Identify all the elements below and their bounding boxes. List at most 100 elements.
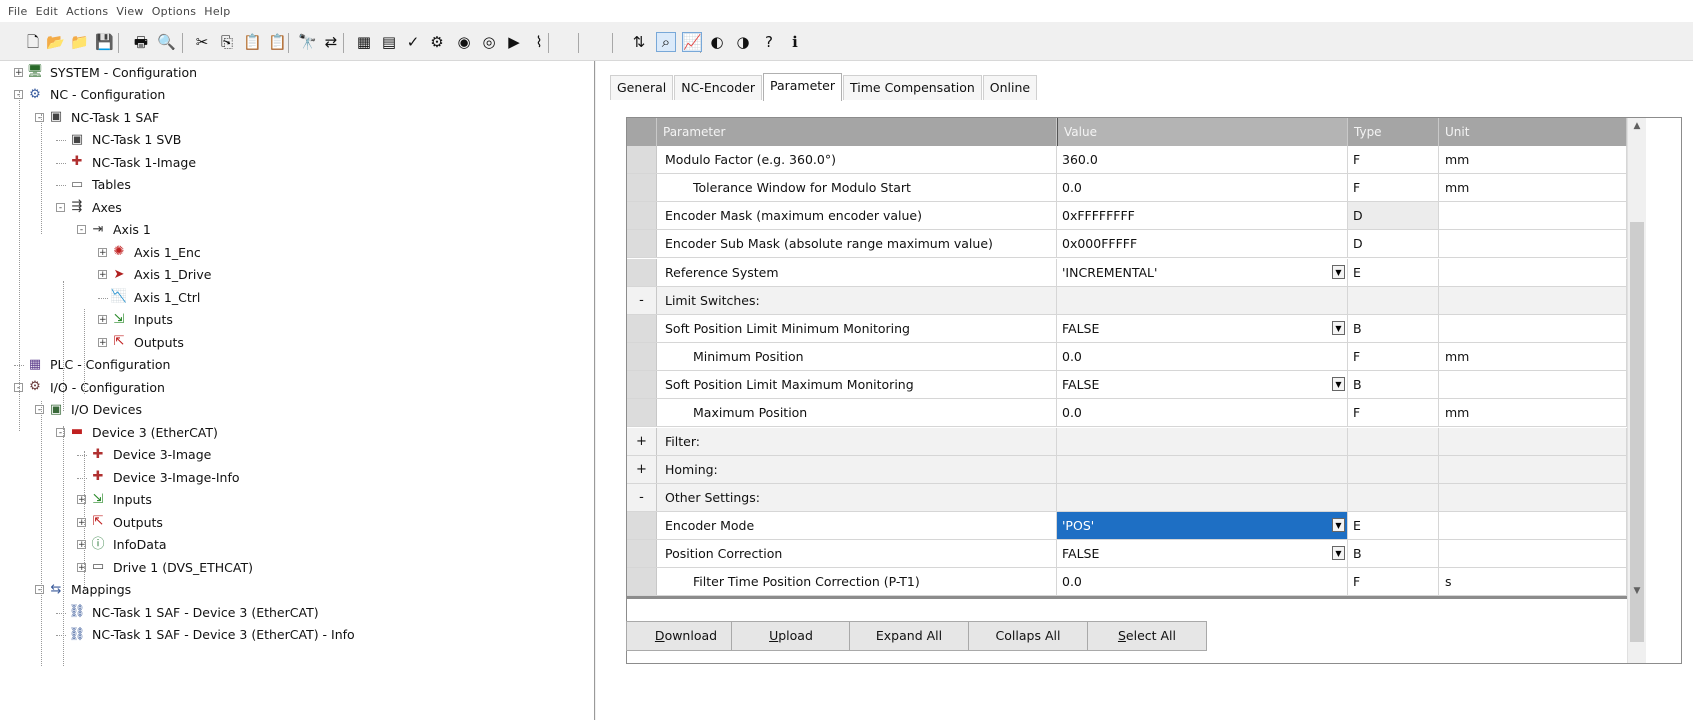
tree-node[interactable]: + ⇲ Inputs — [77, 490, 154, 510]
menu-file[interactable]: File — [8, 5, 28, 18]
expand-icon[interactable]: + — [14, 67, 23, 77]
grid-row[interactable]: Maximum Position 0.0 Fmm — [627, 399, 1627, 428]
tree-node[interactable]: - ⇶ Axes — [56, 197, 124, 217]
scroll-up-icon[interactable]: ▲ — [1628, 118, 1646, 134]
show-icon[interactable]: ◐ — [708, 33, 726, 51]
open-folder-icon[interactable]: 📂 — [46, 33, 65, 51]
find-icon[interactable]: 🔭 — [298, 33, 317, 51]
tree-node[interactable]: + ▭ Drive 1 (DVS_ETHCAT) — [77, 557, 255, 577]
grid-header-value[interactable]: Value — [1057, 118, 1348, 146]
tab-online[interactable]: Online — [982, 75, 1038, 100]
parameter-grid[interactable]: Parameter Value Type Unit Modulo Factor (e.g… — [626, 117, 1682, 664]
value-dropdown[interactable]: FALSE — [1057, 314, 1348, 342]
menu-actions[interactable]: Actions — [66, 5, 108, 18]
grid-group-row[interactable]: - Other Settings: — [627, 483, 1627, 512]
collapse-icon[interactable]: - — [35, 585, 44, 595]
grid-header-type[interactable]: Type — [1348, 118, 1439, 146]
tree-node[interactable]: 📉 Axis 1_Ctrl — [98, 287, 202, 307]
expand-all-button[interactable]: Expand All — [849, 621, 969, 651]
tree-node[interactable]: ✚ Device 3-Image-Info — [77, 467, 242, 487]
tree-node[interactable]: ▣ NC-Task 1 SVB — [56, 130, 183, 150]
tree-node[interactable]: ⛓ NC-Task 1 SAF - Device 3 (EtherCAT) - I… — [56, 625, 357, 645]
value-field[interactable]: 360.0 — [1057, 146, 1348, 173]
upload-button[interactable]: Upload — [731, 621, 851, 651]
tree-node[interactable]: - ▬ Device 3 (EtherCAT) — [56, 422, 220, 442]
grid-row[interactable]: Soft Position Limit Maximum Monitoring FA… — [627, 371, 1627, 400]
about-icon[interactable]: ℹ — [786, 33, 804, 51]
collapse-icon[interactable]: - — [35, 112, 44, 122]
scroll-down-icon[interactable]: ▼ — [1628, 583, 1646, 599]
chart-icon[interactable]: 📈 — [682, 32, 702, 52]
tree-node[interactable]: ▦ PLC - Configuration — [14, 355, 172, 375]
grid-row[interactable]: Reference System 'INCREMENTAL' ▼ E — [627, 258, 1627, 287]
run-icon[interactable]: ▶ — [505, 33, 523, 51]
grid-group-row[interactable]: - Limit Switches: — [627, 286, 1627, 315]
tree-node[interactable]: + ➤ Axis 1_Drive — [98, 265, 213, 285]
menu-view[interactable]: View — [116, 5, 143, 18]
toggle-icon[interactable]: ⇅ — [630, 33, 648, 51]
tree-node[interactable]: - ▣ I/O Devices — [35, 400, 144, 420]
paste-icon[interactable]: 📋 — [243, 33, 262, 51]
grid-icon[interactable]: ▦ — [355, 33, 373, 51]
dropdown-arrow-icon[interactable]: ▼ — [1332, 320, 1345, 335]
select-all-button[interactable]: Select All — [1087, 621, 1207, 651]
grid-row[interactable]: Soft Position Limit Minimum Monitoring FA… — [627, 314, 1627, 343]
group-collapse-icon[interactable]: - — [627, 483, 657, 511]
grid-group-row[interactable]: + Homing: — [627, 455, 1627, 484]
tab-time-compensation[interactable]: Time Compensation — [843, 75, 982, 100]
grid-row[interactable]: Modulo Factor (e.g. 360.0°) 360.0 Fmm — [627, 146, 1627, 174]
list-view-icon[interactable]: ▤ — [380, 33, 398, 51]
value-field[interactable]: 0.0 — [1057, 343, 1348, 371]
tree-node[interactable]: ▭ Tables — [56, 175, 133, 195]
tab-general[interactable]: General — [610, 75, 674, 100]
value-field[interactable]: 0.0 — [1057, 399, 1348, 427]
group-expand-icon[interactable]: + — [627, 455, 657, 483]
scope-icon[interactable]: ⌕ — [656, 32, 676, 52]
grid-row[interactable]: Encoder Mask (maximum encoder value) 0xFF… — [627, 202, 1627, 231]
grid-header-parameter[interactable]: Parameter — [657, 118, 1057, 146]
tree-node[interactable]: - ⚙ I/O - Configuration — [14, 377, 167, 397]
save-icon[interactable]: 💾 — [95, 33, 114, 51]
scroll-thumb[interactable] — [1630, 222, 1644, 642]
tree-node[interactable]: - ▣ NC-Task 1 SAF — [35, 107, 161, 127]
collapse-icon[interactable]: - — [77, 225, 86, 235]
tree-node[interactable]: + ⇲ Inputs — [98, 310, 175, 330]
menu-edit[interactable]: Edit — [36, 5, 59, 18]
print-preview-icon[interactable]: 🔍 — [157, 33, 176, 51]
tree-node[interactable]: + ⇱ Outputs — [98, 332, 186, 352]
tree-node[interactable]: ⛓ NC-Task 1 SAF - Device 3 (EtherCAT) — [56, 602, 321, 622]
graph-icon[interactable]: ⌇ — [530, 33, 548, 51]
collapse-icon[interactable]: - — [35, 405, 44, 415]
tree-node[interactable]: - ⇥ Axis 1 — [77, 220, 153, 240]
copy-icon[interactable]: ⎘ — [218, 33, 236, 51]
tree-node[interactable]: ✚ NC-Task 1-Image — [56, 152, 198, 172]
config-tree[interactable]: + 🖥 SYSTEM - Configuration - ⚙ NC - Configura… — [0, 61, 595, 720]
tree-node[interactable]: + ✺ Axis 1_Enc — [98, 242, 203, 262]
grid-row[interactable]: Encoder Sub Mask (absolute range maximum… — [627, 230, 1627, 259]
value-dropdown[interactable]: FALSE — [1057, 371, 1348, 399]
value-field[interactable]: 0x000FFFFF — [1057, 230, 1348, 258]
target-icon[interactable]: ◉ — [455, 33, 473, 51]
grid-group-row[interactable]: + Filter: — [627, 427, 1627, 456]
grid-vertical-scrollbar[interactable]: ▲ ▼ — [1627, 118, 1646, 663]
tree-node[interactable]: + 🖥 SYSTEM - Configuration — [14, 62, 199, 82]
value-field[interactable]: 0.0 — [1057, 174, 1348, 202]
tree-node[interactable]: - ⚙ NC - Configuration — [14, 85, 167, 105]
cut-icon[interactable]: ✂ — [193, 33, 211, 51]
expand-icon[interactable]: + — [98, 247, 107, 257]
grid-header-unit[interactable]: Unit — [1439, 118, 1627, 146]
target-alt-icon[interactable]: ◎ — [480, 33, 498, 51]
paste-special-icon[interactable]: 📋 — [268, 33, 287, 51]
help-icon[interactable]: ? — [760, 33, 778, 51]
grid-row[interactable]: Encoder Mode 'POS' ▼ E — [627, 511, 1627, 540]
group-collapse-icon[interactable]: - — [627, 286, 657, 314]
menu-help[interactable]: Help — [204, 5, 230, 18]
value-dropdown[interactable]: FALSE — [1057, 540, 1348, 568]
new-file-icon[interactable]: 🗋 — [24, 33, 42, 51]
value-dropdown[interactable]: 'POS' — [1057, 511, 1348, 539]
expand-icon[interactable]: + — [98, 337, 107, 347]
menu-options[interactable]: Options — [152, 5, 197, 18]
tab-nc-encoder[interactable]: NC-Encoder — [674, 75, 762, 100]
collapse-icon[interactable]: - — [56, 202, 65, 212]
collaps-all-button[interactable]: Collaps All — [968, 621, 1088, 651]
